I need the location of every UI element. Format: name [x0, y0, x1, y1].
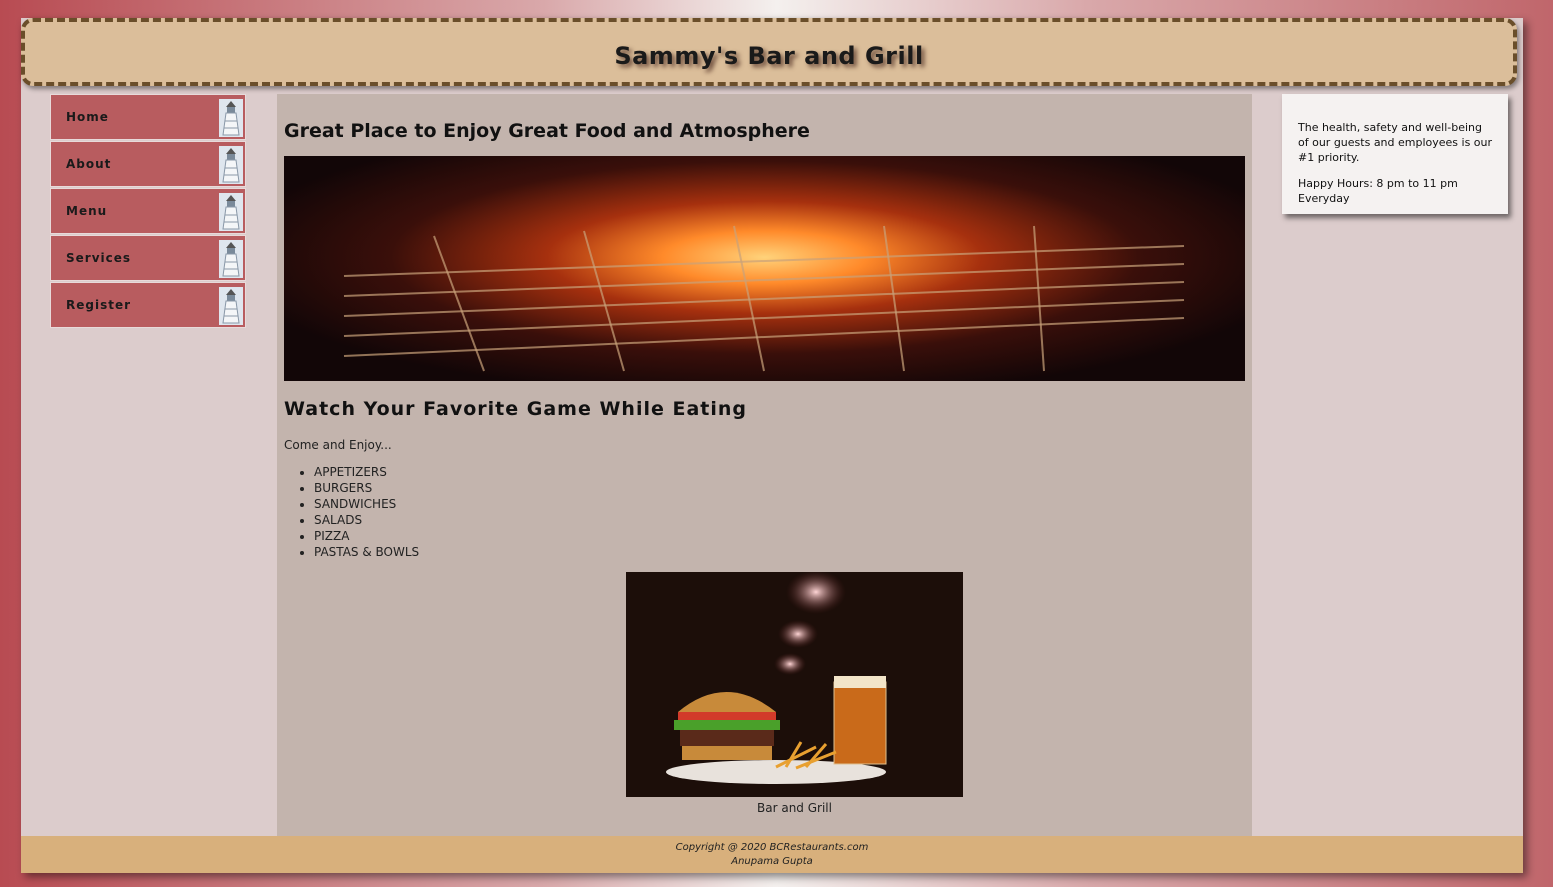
nav-item-label: Menu: [66, 204, 108, 218]
nav-item-label: Services: [66, 251, 132, 265]
lighthouse-icon: [219, 146, 243, 184]
lighthouse-icon: [219, 99, 243, 137]
burger-beer-image: [626, 572, 963, 797]
image-caption: Bar and Grill: [757, 801, 832, 815]
list-item: SALADS: [314, 512, 419, 528]
nav-item-label: Register: [66, 298, 132, 312]
safety-notice: The health, safety and well-being of our…: [1298, 121, 1493, 164]
grill-fire-image: [284, 156, 1245, 381]
page-container: Sammy's Bar and Grill Home About Menu Se…: [21, 18, 1523, 873]
lighthouse-icon: [219, 287, 243, 325]
main-content: Great Place to Enjoy Great Food and Atmo…: [277, 94, 1252, 836]
site-title: Sammy's Bar and Grill: [614, 42, 924, 70]
nav-item-services[interactable]: Services: [50, 235, 246, 281]
notice-box: The health, safety and well-being of our…: [1282, 94, 1508, 214]
lighthouse-icon: [219, 240, 243, 278]
copyright-text: Copyright @ 2020 BCRestaurants.com: [675, 842, 869, 853]
nav-item-register[interactable]: Register: [50, 282, 246, 328]
sub-heading: Watch Your Favorite Game While Eating: [284, 398, 748, 420]
sidebar-nav: Home About Menu Services Register: [50, 94, 246, 329]
intro-text: Come and Enjoy...: [284, 438, 392, 452]
grill-grate-graphic: [343, 225, 1185, 372]
list-item: BURGERS: [314, 480, 419, 496]
author-text: Anupama Gupta: [731, 856, 813, 867]
happy-hours-text: Happy Hours: 8 pm to 11 pm Everyday: [1298, 177, 1458, 205]
list-item: PASTAS & BOWLS: [314, 544, 419, 560]
list-item: SANDWICHES: [314, 496, 419, 512]
site-footer: Copyright @ 2020 BCRestaurants.com Anupa…: [21, 836, 1523, 873]
main-heading: Great Place to Enjoy Great Food and Atmo…: [284, 120, 810, 142]
site-header: Sammy's Bar and Grill: [21, 18, 1517, 86]
nav-item-label: Home: [66, 110, 109, 124]
nav-item-about[interactable]: About: [50, 141, 246, 187]
nav-item-home[interactable]: Home: [50, 94, 246, 140]
list-item: APPETIZERS: [314, 464, 419, 480]
list-item: PIZZA: [314, 528, 419, 544]
menu-category-list: APPETIZERS BURGERS SANDWICHES SALADS PIZ…: [314, 464, 419, 560]
lighthouse-icon: [219, 193, 243, 231]
nav-item-menu[interactable]: Menu: [50, 188, 246, 234]
nav-item-label: About: [66, 157, 112, 171]
